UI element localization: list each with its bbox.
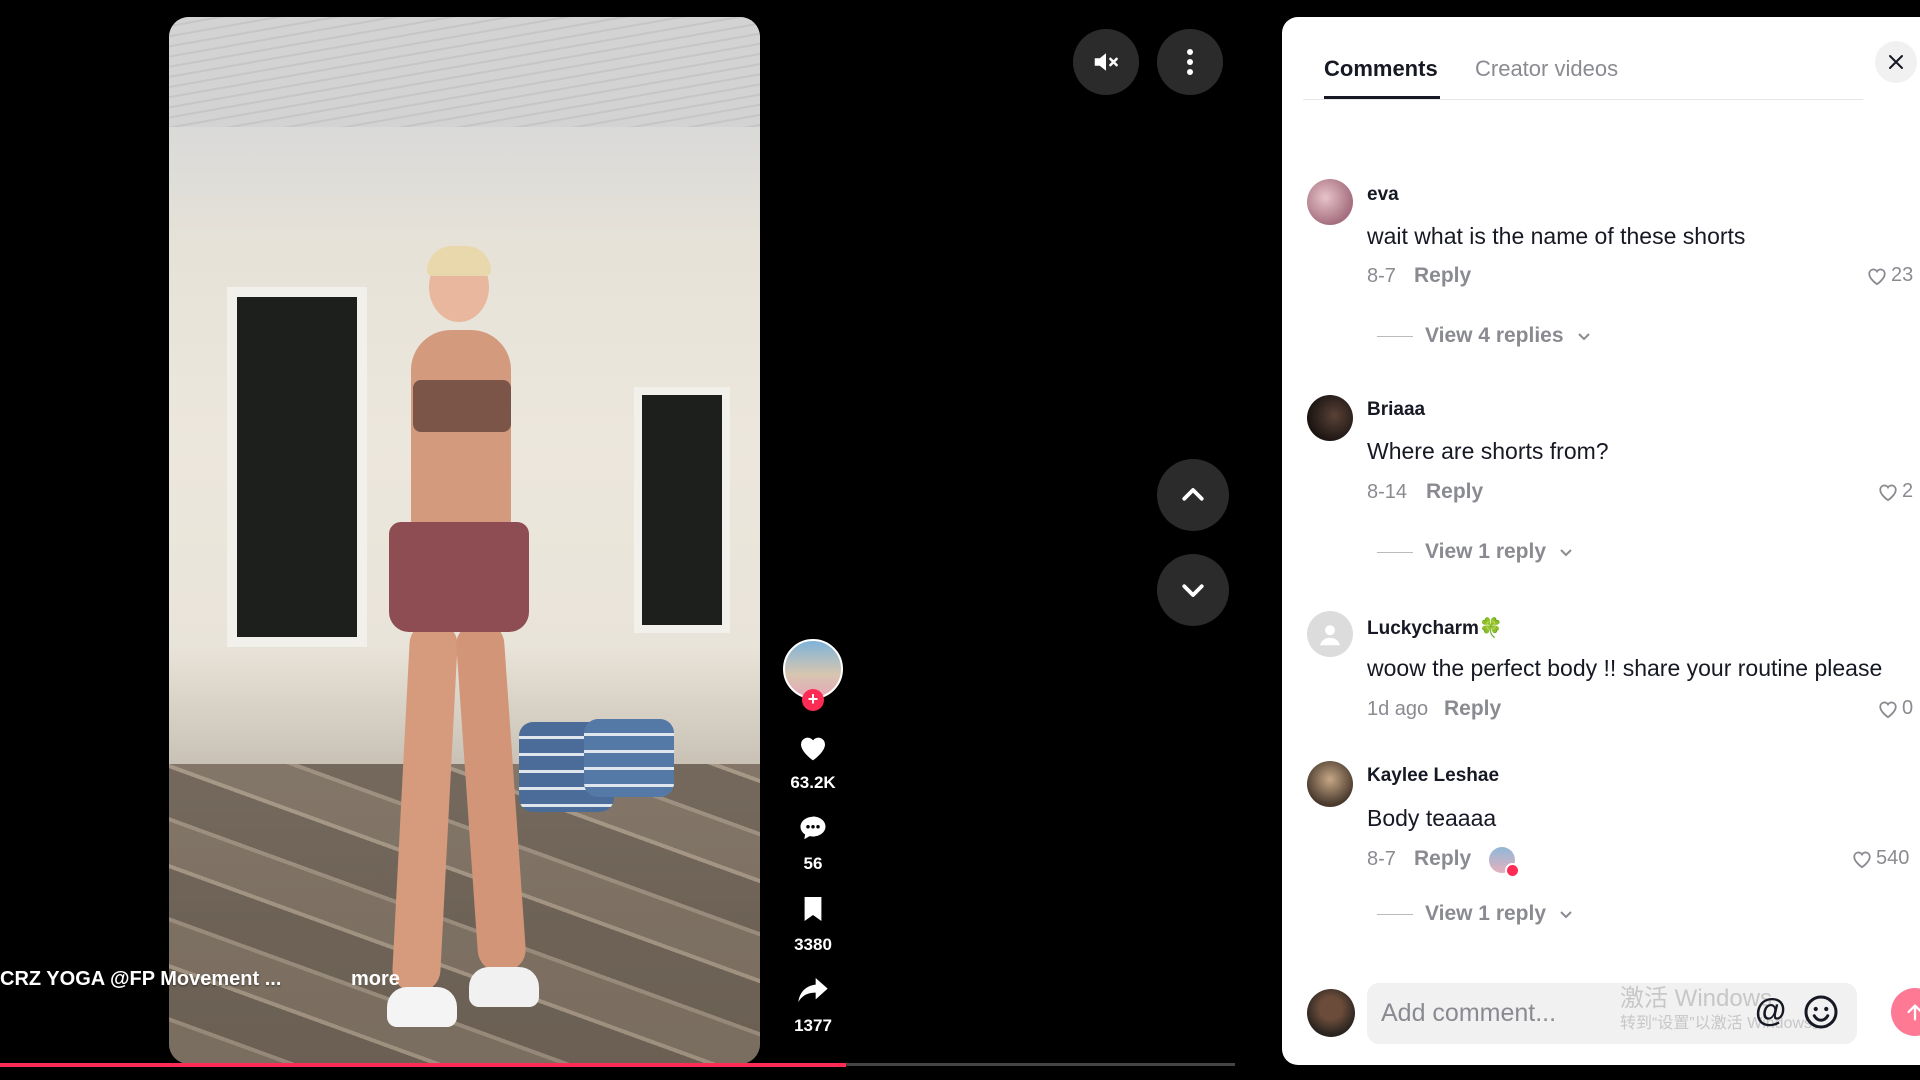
bookmark-icon xyxy=(804,897,822,921)
windows-activation-watermark-title: 激活 Windows xyxy=(1620,985,1773,1012)
share-arrow-icon xyxy=(798,978,828,1002)
reply-button[interactable]: Reply xyxy=(1444,697,1501,721)
tab-creator-videos[interactable]: Creator videos xyxy=(1475,56,1618,82)
comment-like-button[interactable]: 540 xyxy=(1851,847,1909,870)
comment-date: 8-7 xyxy=(1367,265,1396,287)
comment-count: 56 xyxy=(803,854,823,873)
comment-date: 8-14 xyxy=(1367,481,1408,503)
caption-more-link[interactable]: more xyxy=(351,968,400,991)
chevron-down-icon xyxy=(1560,911,1572,919)
heart-outline-icon xyxy=(1879,701,1897,718)
progress-fill xyxy=(0,1063,846,1067)
view-replies-line xyxy=(1377,551,1413,553)
comment-like-count: 0 xyxy=(1902,697,1914,719)
comment-text: wait what is the name of these shorts xyxy=(1367,223,1746,249)
heart-outline-icon xyxy=(1853,851,1871,868)
comment-username[interactable]: Kaylee Leshae xyxy=(1367,765,1499,787)
comment-username[interactable]: Briaaa xyxy=(1367,399,1425,421)
my-avatar[interactable] xyxy=(1307,989,1355,1037)
view-replies-button[interactable]: View 1 reply xyxy=(1377,540,1574,564)
share-count: 1377 xyxy=(794,1016,832,1035)
mute-button[interactable] xyxy=(1073,29,1139,95)
comment-username[interactable]: eva xyxy=(1367,184,1399,206)
comment-avatar[interactable] xyxy=(1307,611,1353,657)
view-replies-label: View 4 replies xyxy=(1425,324,1564,347)
video-caption: CRZ YOGA @FP Movement ... xyxy=(0,968,282,990)
chevron-up-icon xyxy=(1182,488,1204,501)
close-icon xyxy=(1889,55,1903,69)
like-count: 63.2K xyxy=(790,773,836,792)
comment-avatar[interactable] xyxy=(1307,395,1353,441)
tab-comments[interactable]: Comments xyxy=(1324,56,1438,82)
comment-text: Where are shorts from? xyxy=(1367,438,1609,464)
chevron-down-icon xyxy=(1560,549,1572,557)
video-scene-window xyxy=(634,387,730,633)
comment-avatar[interactable] xyxy=(1307,761,1353,807)
like-action[interactable]: 63.2K xyxy=(783,732,843,793)
vertical-dots-icon xyxy=(1187,49,1193,75)
close-panel-button[interactable] xyxy=(1875,41,1917,83)
view-replies-button[interactable]: View 4 replies xyxy=(1377,324,1592,348)
reply-button[interactable]: Reply xyxy=(1414,264,1471,288)
comment-text: woow the perfect body !! share your rout… xyxy=(1367,655,1883,681)
reply-button[interactable]: Reply xyxy=(1426,480,1483,504)
arrow-up-icon xyxy=(1907,1004,1920,1021)
emoji-icon[interactable] xyxy=(1803,994,1839,1030)
windows-activation-watermark-subtitle: 转到“设置”以激活 Windows。 xyxy=(1620,1015,1829,1032)
default-user-icon xyxy=(1320,625,1340,646)
reply-button[interactable]: Reply xyxy=(1414,847,1471,871)
heart-outline-icon xyxy=(1879,484,1897,501)
comment-like-button[interactable]: 0 xyxy=(1877,697,1913,720)
heart-outline-icon xyxy=(1868,268,1886,285)
comment-like-button[interactable]: 2 xyxy=(1877,480,1913,503)
comment-action[interactable]: 56 xyxy=(783,813,843,874)
save-count: 3380 xyxy=(794,935,832,954)
view-replies-button[interactable]: View 1 reply xyxy=(1377,902,1574,926)
comment-like-count: 2 xyxy=(1902,480,1914,502)
previous-video-button[interactable] xyxy=(1157,459,1229,531)
save-action[interactable]: 3380 xyxy=(783,894,843,955)
chevron-down-icon xyxy=(1577,333,1590,341)
speaker-muted-icon xyxy=(1094,53,1118,71)
comment-username[interactable]: Luckycharm🍀 xyxy=(1367,616,1503,640)
video-player[interactable] xyxy=(169,17,760,1064)
next-video-button[interactable] xyxy=(1157,554,1229,626)
view-replies-label: View 1 reply xyxy=(1425,540,1547,563)
creator-liked-avatar xyxy=(1489,847,1520,878)
mention-at-icon[interactable]: @ xyxy=(1755,992,1791,1032)
view-replies-line xyxy=(1377,335,1413,337)
view-replies-line xyxy=(1377,913,1413,915)
tab-divider xyxy=(1303,99,1863,100)
comment-like-count: 540 xyxy=(1876,847,1910,869)
comment-avatar[interactable] xyxy=(1307,179,1353,225)
comment-like-button[interactable]: 23 xyxy=(1866,264,1913,287)
video-scene-person xyxy=(339,246,549,1062)
comment-like-count: 23 xyxy=(1891,264,1914,286)
more-options-button[interactable] xyxy=(1157,29,1223,95)
view-replies-label: View 1 reply xyxy=(1425,902,1547,925)
liked-heart-badge-icon xyxy=(1505,863,1520,878)
video-scene-ceiling xyxy=(169,17,760,127)
chevron-down-icon xyxy=(1182,584,1204,597)
comment-date: 8-7 xyxy=(1367,848,1396,870)
share-action[interactable]: 1377 xyxy=(783,975,843,1036)
heart-icon xyxy=(801,737,825,761)
follow-button[interactable]: + xyxy=(802,689,824,711)
comment-date: 1d ago xyxy=(1367,698,1429,720)
comment-count-heading: 56 comments xyxy=(1544,137,1680,160)
comment-bubble-icon xyxy=(800,816,826,840)
comment-text: Body teaaaa xyxy=(1367,805,1497,831)
video-scene-stool xyxy=(584,719,674,797)
